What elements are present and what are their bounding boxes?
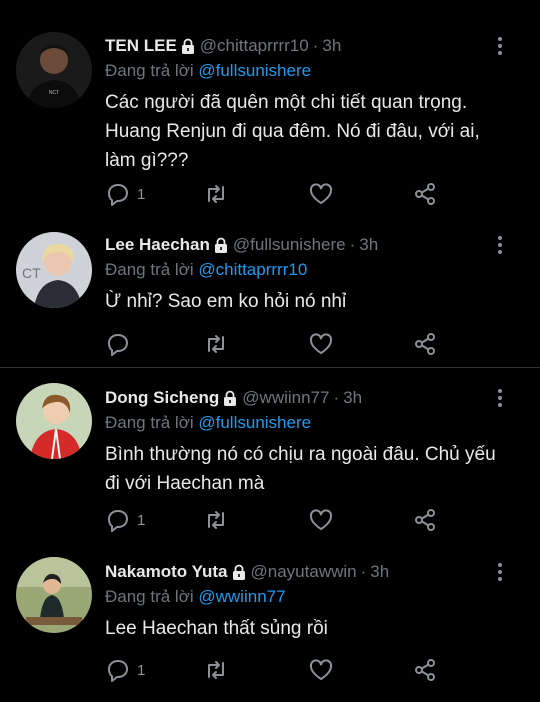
- separator-dot: ·: [312, 36, 319, 55]
- reply-icon: [108, 184, 128, 206]
- like-button[interactable]: [308, 505, 334, 535]
- user-handle[interactable]: @nayutawwin: [251, 562, 357, 582]
- like-button[interactable]: [308, 329, 334, 359]
- retweet-icon: [208, 661, 224, 679]
- retweet-button[interactable]: [203, 179, 229, 209]
- heart-icon: [309, 509, 333, 530]
- tweet-2[interactable]: CT Lee Haechan @fullsunishere · 3h Đang …: [0, 212, 540, 367]
- share-button[interactable]: [412, 655, 438, 685]
- reply-button[interactable]: 1: [105, 505, 145, 535]
- share-button[interactable]: [412, 179, 438, 209]
- replying-to-label: Đang trả lời: [105, 413, 194, 432]
- user-handle[interactable]: @chittaprrrr10: [200, 36, 309, 56]
- separator-dot: ·: [349, 235, 356, 254]
- retweet-icon: [208, 185, 224, 203]
- reply-icon: [108, 510, 128, 532]
- display-name[interactable]: TEN LEE: [105, 36, 177, 56]
- tweet-4[interactable]: Nakamoto Yuta @nayutawwin · 3h Đang trả …: [0, 544, 540, 702]
- tweet-3[interactable]: Dong Sicheng @wwiinn77 · 3h Đang trả lời…: [0, 368, 540, 544]
- replying-to-label: Đang trả lời: [105, 587, 194, 606]
- reply-count: 1: [137, 185, 146, 203]
- more-vertical-icon[interactable]: [490, 561, 510, 583]
- mention-link[interactable]: @chittaprrrr10: [198, 260, 307, 279]
- share-button[interactable]: [412, 329, 438, 359]
- retweet-button[interactable]: [203, 505, 229, 535]
- replying-to-label: Đang trả lời: [105, 61, 194, 80]
- share-button[interactable]: [412, 505, 438, 535]
- lock-icon: [232, 564, 245, 580]
- avatar[interactable]: [16, 383, 92, 459]
- reply-icon: [108, 334, 128, 356]
- avatar[interactable]: [16, 557, 92, 633]
- svg-text:NCT: NCT: [49, 90, 59, 96]
- tweet-text: Bình thường nó có chịu ra ngoài đâu. Chủ…: [105, 444, 496, 494]
- mention-link[interactable]: @wwiinn77: [198, 587, 285, 606]
- display-name[interactable]: Dong Sicheng: [105, 388, 219, 408]
- tweet-actions: 1: [105, 655, 445, 685]
- reply-button[interactable]: 1: [105, 179, 145, 209]
- retweet-button[interactable]: [203, 329, 229, 359]
- heart-icon: [309, 183, 333, 204]
- more-vertical-icon[interactable]: [490, 234, 510, 256]
- reply-button[interactable]: [105, 329, 137, 359]
- tweet-1[interactable]: NCT TEN LEE @chittaprrrr10 · 3h Đang trả…: [0, 0, 540, 212]
- retweet-icon: [208, 511, 224, 529]
- reply-count: 1: [137, 661, 146, 679]
- retweet-icon: [208, 335, 224, 353]
- avatar[interactable]: CT: [16, 232, 92, 308]
- display-name[interactable]: Nakamoto Yuta: [105, 562, 228, 582]
- reply-count: 1: [137, 511, 146, 529]
- replying-to-label: Đang trả lời: [105, 260, 194, 279]
- share-icon: [415, 333, 435, 355]
- heart-icon: [309, 659, 333, 680]
- like-button[interactable]: [308, 655, 334, 685]
- lock-icon: [214, 237, 227, 253]
- tweet-actions: [105, 329, 445, 359]
- timestamp[interactable]: 3h: [322, 36, 341, 56]
- share-icon: [415, 509, 435, 531]
- replying-to: Đang trả lời @wwiinn77: [105, 587, 286, 607]
- timestamp[interactable]: 3h: [343, 388, 362, 408]
- avatar[interactable]: NCT: [16, 32, 92, 108]
- separator-dot: ·: [333, 388, 340, 407]
- separator-dot: ·: [360, 562, 367, 581]
- user-handle[interactable]: @wwiinn77: [242, 388, 329, 408]
- lock-icon: [181, 38, 194, 54]
- mention-link[interactable]: @fullsunishere: [198, 61, 311, 80]
- lock-icon: [224, 390, 237, 406]
- reply-button[interactable]: 1: [105, 655, 145, 685]
- timestamp[interactable]: 3h: [359, 235, 378, 255]
- timestamp[interactable]: 3h: [370, 562, 389, 582]
- reply-icon: [108, 660, 128, 682]
- mention-link[interactable]: @fullsunishere: [198, 413, 311, 432]
- like-button[interactable]: [308, 179, 334, 209]
- retweet-button[interactable]: [203, 655, 229, 685]
- display-name[interactable]: Lee Haechan: [105, 235, 210, 255]
- share-icon: [415, 183, 435, 205]
- tweet-actions: 1: [105, 179, 445, 209]
- replying-to: Đang trả lời @chittaprrrr10: [105, 260, 307, 280]
- tweet-text: Ừ nhỉ? Sao em ko hỏi nó nhỉ: [105, 291, 347, 312]
- replying-to: Đang trả lời @fullsunishere: [105, 413, 311, 433]
- replying-to: Đang trả lời @fullsunishere: [105, 61, 311, 81]
- share-icon: [415, 659, 435, 681]
- more-vertical-icon[interactable]: [490, 387, 510, 409]
- svg-text:CT: CT: [22, 265, 41, 281]
- heart-icon: [309, 333, 333, 354]
- tweet-text: Lee Haechan thất sủng rồi: [105, 618, 328, 639]
- user-handle[interactable]: @fullsunishere: [233, 235, 346, 255]
- tweet-text: Các người đã quên một chi tiết quan trọn…: [105, 92, 480, 171]
- more-vertical-icon[interactable]: [490, 35, 510, 57]
- tweet-actions: 1: [105, 505, 445, 535]
